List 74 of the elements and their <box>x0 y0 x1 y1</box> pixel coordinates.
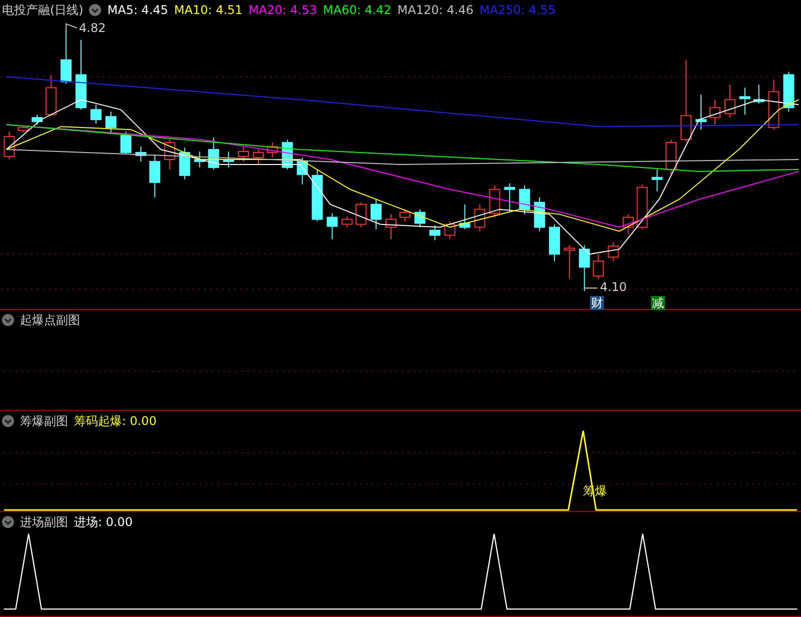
candlestick <box>32 114 43 126</box>
candlestick <box>208 137 220 170</box>
candlestick <box>120 131 132 155</box>
candlestick <box>386 214 397 240</box>
candlestick <box>519 184 530 215</box>
candlestick <box>444 220 456 240</box>
panel-title: 筹爆副图 <box>20 412 68 430</box>
candlestick <box>238 147 249 162</box>
moving-average-value: MA5: 4.45 <box>107 3 168 17</box>
candlestick <box>724 84 736 118</box>
candlestick <box>76 39 87 110</box>
candlestick <box>429 224 440 241</box>
moving-average-value: MA10: 4.51 <box>174 3 243 17</box>
chart-title: 电投产融(日线) <box>2 2 84 18</box>
candlestick <box>164 139 176 170</box>
candlestick <box>326 212 338 240</box>
candlestick <box>534 196 546 232</box>
candlestick <box>652 168 663 192</box>
candlestick <box>578 244 590 292</box>
candlestick <box>549 224 560 262</box>
candlestick <box>622 214 634 235</box>
candlestick <box>753 84 764 104</box>
candlestick <box>370 198 382 230</box>
candlestick <box>4 131 15 160</box>
candlestick <box>666 139 677 175</box>
candlestick <box>266 142 278 158</box>
candlestick <box>783 71 794 112</box>
candlestick <box>179 147 190 180</box>
high-price-label: 4.82 <box>79 21 106 35</box>
collapse-icon[interactable] <box>89 4 102 16</box>
candlestick <box>223 151 234 168</box>
collapse-icon[interactable] <box>2 314 14 326</box>
candlestick <box>60 29 72 84</box>
candlestick <box>768 79 780 130</box>
candlestick <box>474 204 486 232</box>
candlestick <box>608 242 619 262</box>
candlestick <box>46 74 57 118</box>
panel-title: 起爆点副图 <box>20 312 80 328</box>
moving-average-value: MA60: 4.42 <box>323 3 392 17</box>
candlestick <box>149 154 160 198</box>
signal-marker: 财 <box>590 296 604 310</box>
panel-title: 进场副图 <box>20 514 68 530</box>
candlestick <box>356 202 367 228</box>
candlestick <box>252 149 264 165</box>
candlestick <box>504 182 516 212</box>
candlestick <box>105 111 116 134</box>
candlestick <box>296 157 308 185</box>
candlestick <box>564 244 575 280</box>
candlestick <box>710 99 720 126</box>
candlestick <box>342 216 353 228</box>
candlestick <box>312 168 323 222</box>
moving-average-value: MA20: 4.53 <box>248 3 317 17</box>
candlestick <box>194 151 206 168</box>
candlestick <box>459 204 470 230</box>
leader-line <box>584 288 598 289</box>
candlestick <box>636 184 648 230</box>
candlestick <box>400 208 410 222</box>
indicator-value: 进场: 0.00 <box>74 514 133 530</box>
candlestick <box>489 184 500 218</box>
low-price-label: 4.10 <box>600 280 627 294</box>
candlestick <box>414 208 426 228</box>
signal-marker: 减 <box>651 296 665 310</box>
collapse-icon[interactable] <box>2 415 14 427</box>
candlestick <box>739 87 750 116</box>
candlestick <box>696 94 706 130</box>
candlestick <box>135 146 146 162</box>
candlestick <box>18 125 29 134</box>
candlestick <box>592 254 604 280</box>
leader-line <box>66 23 78 30</box>
moving-average-value: MA250: 4.55 <box>479 3 556 17</box>
candlestick <box>90 104 102 124</box>
indicator-value: 筹码起爆: 0.00 <box>74 412 157 430</box>
collapse-icon[interactable] <box>2 516 14 528</box>
moving-average-value: MA120: 4.46 <box>397 3 474 17</box>
